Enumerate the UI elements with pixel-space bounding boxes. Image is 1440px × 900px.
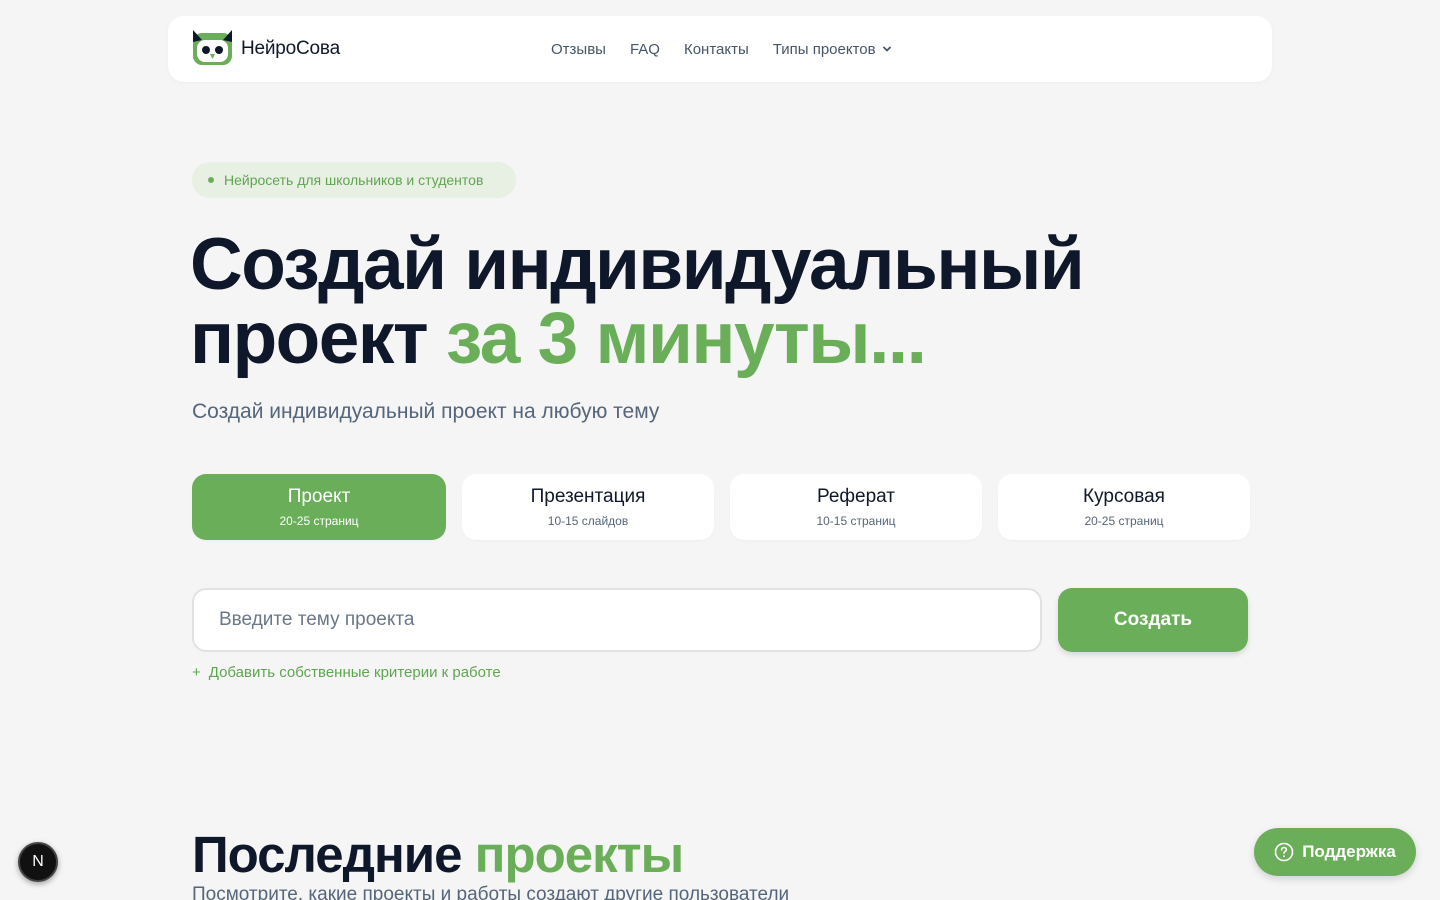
nav-reviews[interactable]: Отзывы [551, 41, 606, 58]
brand-logo[interactable]: НейроСова [192, 30, 340, 68]
type-option-meta: 10-15 страниц [816, 514, 896, 528]
recent-title-green: проекты [474, 826, 685, 883]
support-label: Поддержка [1302, 842, 1396, 861]
hero-title-line1: Создай индивидуальный [190, 224, 1085, 305]
nav-project-types[interactable]: Типы проектов [773, 41, 892, 58]
type-option-essay[interactable]: Реферат 10-15 страниц [730, 474, 982, 540]
hero-title-line2-green: за 3 минуты... [445, 298, 927, 379]
type-option-meta: 20-25 страниц [279, 514, 359, 528]
topic-input[interactable] [192, 588, 1042, 652]
hero-badge: Нейросеть для школьников и студентов [192, 162, 516, 198]
hero-title: Создай индивидуальный проект за 3 минуты… [190, 228, 1190, 376]
type-option-project[interactable]: Проект 20-25 страниц [192, 474, 446, 540]
chevron-down-icon [882, 46, 891, 52]
recent-projects-title: Последние проекты [192, 826, 685, 884]
recent-projects-subtitle: Посмотрите, какие проекты и работы созда… [192, 884, 790, 900]
nav-faq[interactable]: FAQ [630, 41, 660, 58]
project-type-selector: Проект 20-25 страниц Презентация 10-15 с… [192, 474, 1250, 540]
help-circle-icon [1274, 842, 1294, 862]
type-option-name: Проект [287, 486, 351, 507]
nav-project-types-label: Типы проектов [772, 40, 876, 58]
add-criteria-label: Добавить собственные критерии к работе [208, 664, 501, 681]
hero-badge-text: Нейросеть для школьников и студентов [224, 172, 484, 188]
type-option-coursework[interactable]: Курсовая 20-25 страниц [998, 474, 1250, 540]
hero-subtitle: Создай индивидуальный проект на любую те… [192, 400, 660, 423]
support-button[interactable]: Поддержка [1254, 828, 1416, 876]
type-option-name: Курсовая [1083, 486, 1165, 507]
dev-tools-badge[interactable]: N [18, 842, 58, 882]
brand-name: НейроСова [241, 38, 340, 59]
owl-logo-icon [193, 30, 232, 65]
site-header: НейроСова Отзывы FAQ Контакты Типы проек… [168, 16, 1272, 82]
main-nav: Отзывы FAQ Контакты Типы проектов [551, 16, 892, 82]
type-option-meta: 20-25 страниц [1084, 514, 1164, 528]
badge-dot-icon [208, 177, 214, 183]
type-option-meta: 10-15 слайдов [547, 514, 629, 528]
create-button[interactable]: Создать [1058, 588, 1248, 652]
recent-title-dark: Последние [192, 826, 462, 883]
hero-title-line2-dark: проект [190, 298, 429, 379]
nav-contacts[interactable]: Контакты [684, 41, 749, 58]
type-option-name: Презентация [530, 486, 646, 507]
type-option-presentation[interactable]: Презентация 10-15 слайдов [462, 474, 714, 540]
add-criteria-link[interactable]: + Добавить собственные критерии к работе [192, 664, 501, 681]
type-option-name: Реферат [816, 486, 896, 507]
plus-icon: + [192, 664, 201, 681]
